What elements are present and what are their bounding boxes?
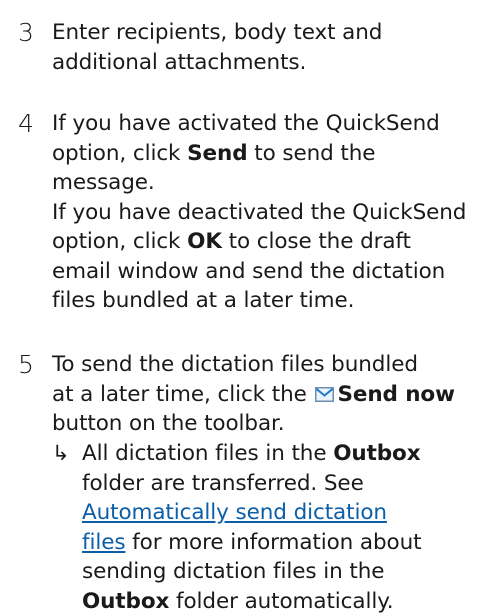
text-run: for more information about [125,530,421,555]
send-label: Send [187,141,247,166]
result-text-line: files for more information about [82,528,468,558]
result-text-line: Outbox folder automatically. [82,587,468,616]
result-text-line: All dictation files in the Outbox [82,439,468,469]
step-number: 5 [18,350,34,380]
step-text: If you have activated the QuickSend opti… [52,109,468,316]
step-text-line: button on the toolbar. [52,409,468,439]
ok-label: OK [187,229,222,254]
text-run: All dictation files in the [82,441,333,466]
text-run: folder automatically. [169,589,393,614]
step-text-line: option, click Send to send the [52,139,468,169]
step-text-line: message. [52,168,468,198]
step-text: Enter recipients, body text and addition… [52,18,468,77]
step-text-line: If you have deactivated the QuickSend [52,198,468,228]
step-text-line: at a later time, click the Send now [52,380,468,410]
step-text-line: To send the dictation files bundled [52,350,468,380]
envelope-icon [315,387,334,402]
result-text-line: Automatically send dictation [82,498,468,528]
outbox-label: Outbox [333,441,420,466]
automatically-send-link[interactable]: Automatically send dictation [82,500,387,525]
text-run: at a later time, click the [52,382,313,407]
text-run: to send the [248,141,376,166]
result-text: All dictation files in the Outbox folder… [82,439,468,616]
step-text-line: Enter recipients, body text and [52,18,468,48]
text-run: option, click [52,229,187,254]
step-text-line: email window and send the dictation [52,257,468,287]
step-number: 3 [18,18,34,48]
result-text-line: sending dictation files in the [82,557,468,587]
step-text-line: option, click OK to close the draft [52,227,468,257]
step-text-line: If you have activated the QuickSend [52,109,468,139]
result-arrow-icon: ↳ [52,439,70,469]
send-now-label: Send now [337,382,454,407]
step-number: 4 [18,109,34,139]
step-text-line: additional attachments. [52,48,468,78]
document-page: 3 Enter recipients, body text and additi… [0,0,480,589]
text-run: option, click [52,141,187,166]
step-text: To send the dictation files bundled at a… [52,350,468,439]
outbox-label: Outbox [82,589,169,614]
step-text-line: files bundled at a later time. [52,286,468,316]
automatically-send-link-cont[interactable]: files [82,530,125,555]
text-run: to close the draft [222,229,411,254]
result-text-line: folder are transferred. See [82,469,468,499]
